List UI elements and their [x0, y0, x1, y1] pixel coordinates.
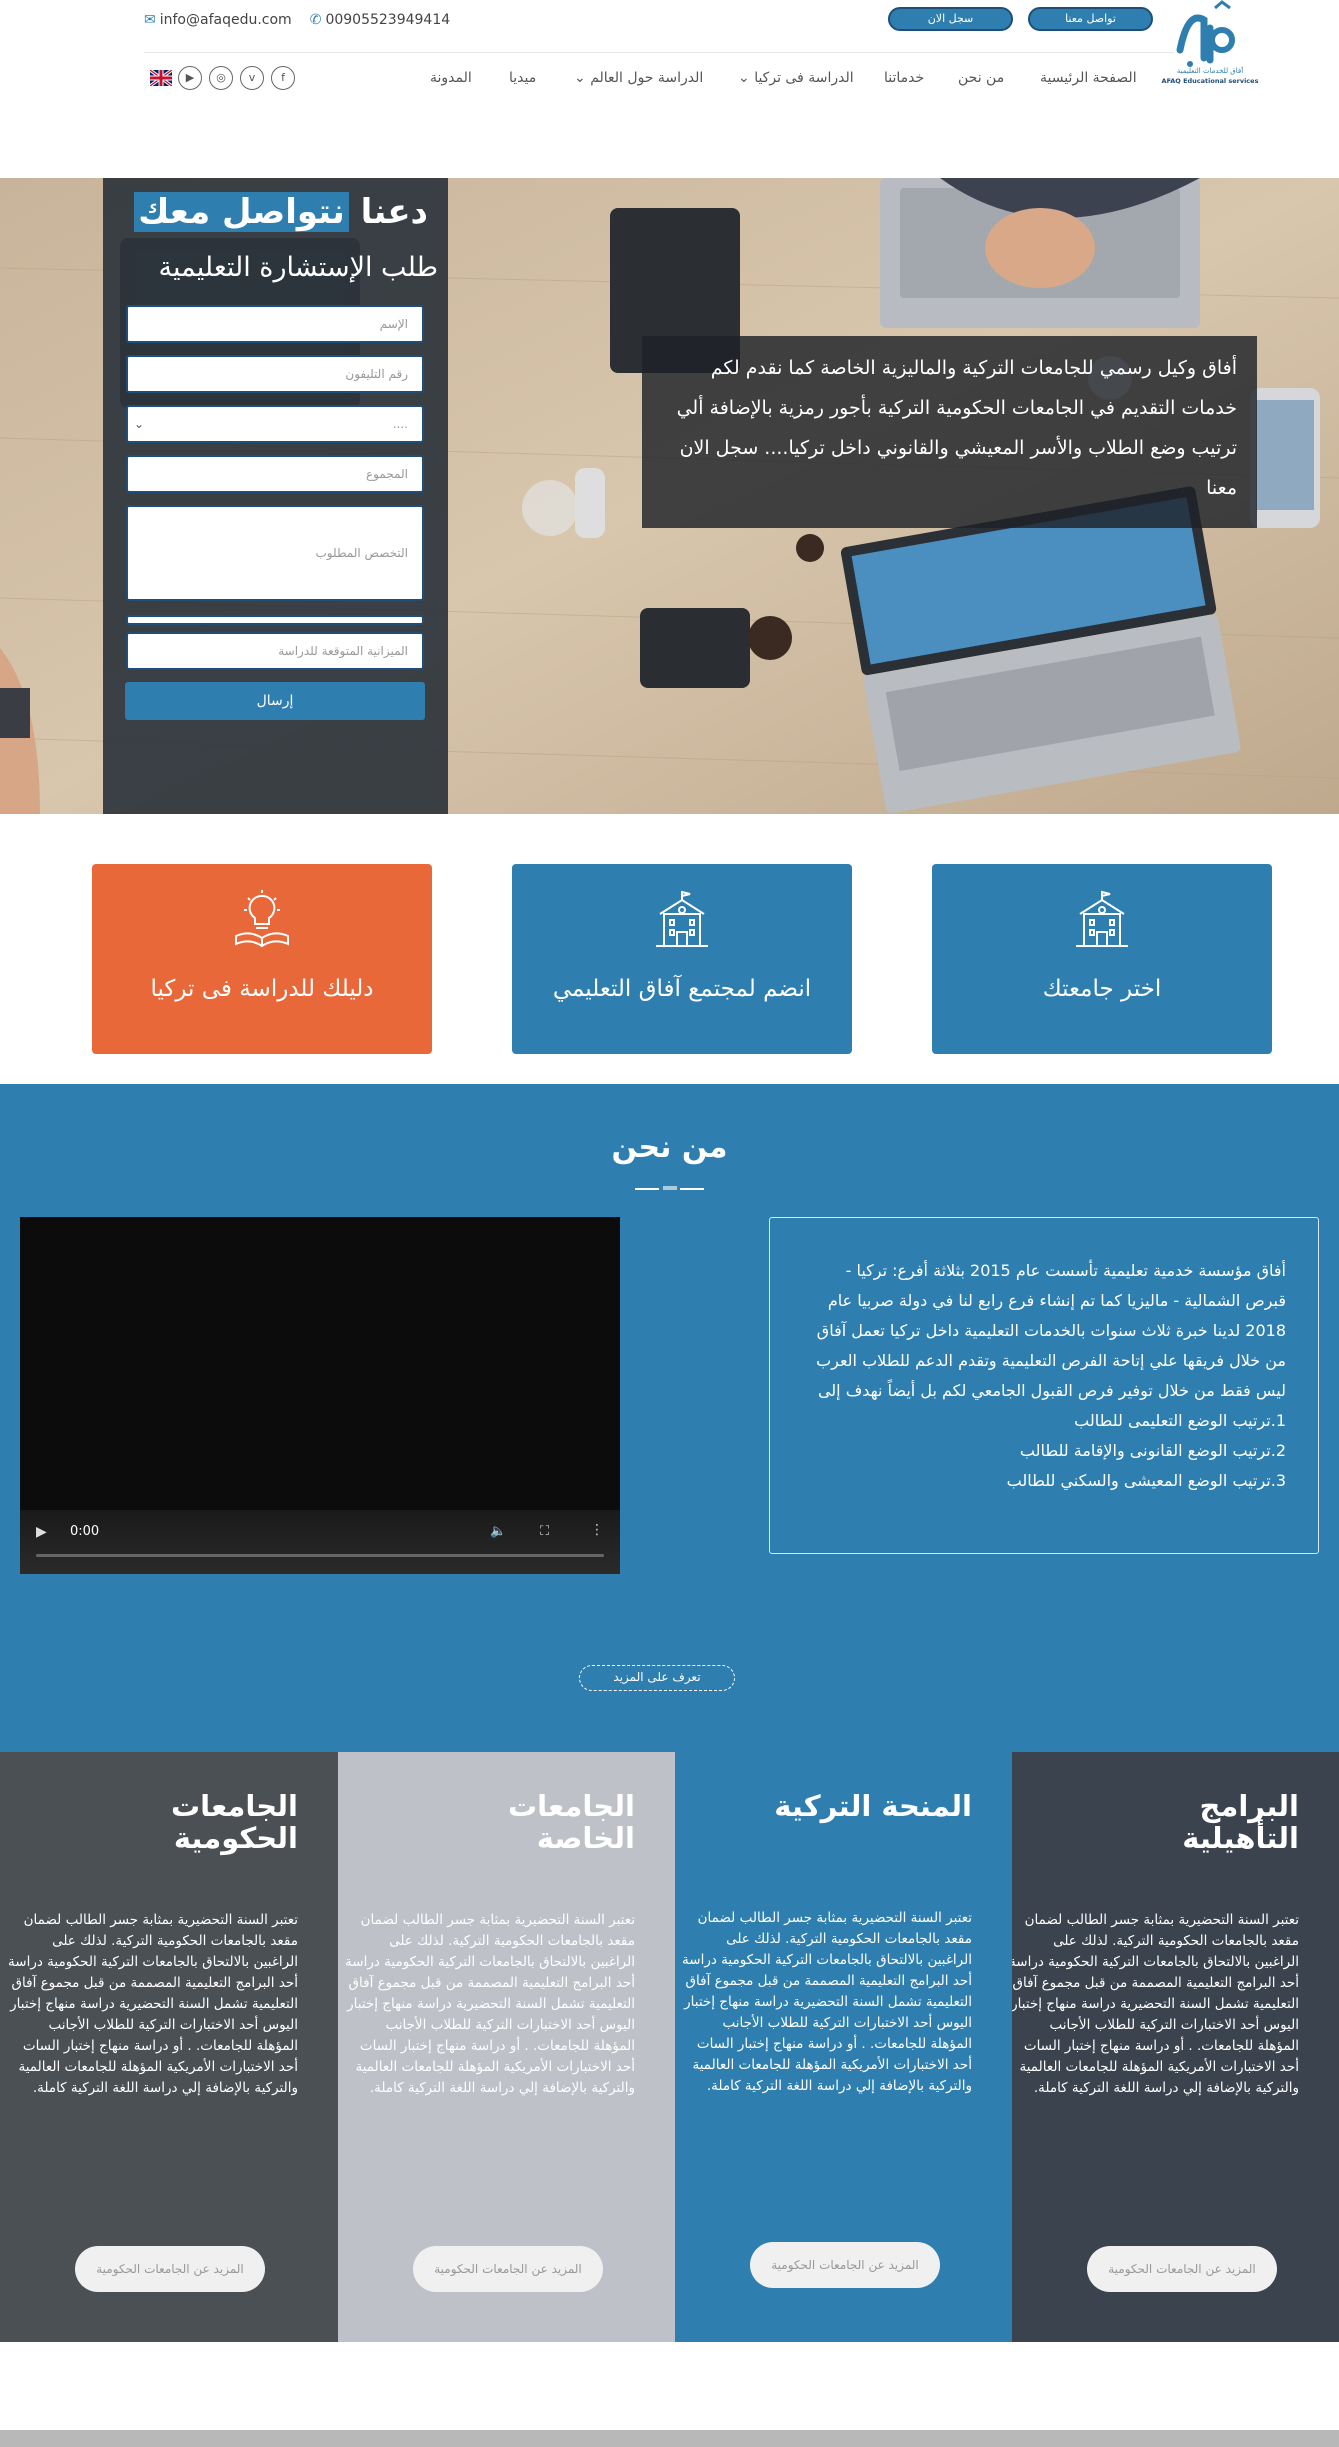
- name-field[interactable]: الإسم: [126, 305, 424, 343]
- about-list-item: 3.ترتيب الوضع المعيشى والسكني للطالب: [1006, 1471, 1286, 1490]
- footer-strip: [0, 2430, 1339, 2447]
- form-title: دعنا نتواصل معك: [103, 192, 428, 232]
- nav-services[interactable]: خدماتنا: [884, 70, 924, 86]
- submit-button[interactable]: إرسال: [125, 682, 425, 720]
- logo-subtitle-ar: آفاق للخدمات التعليمية: [1176, 67, 1244, 75]
- email-text: info@afaqedu.com: [159, 12, 292, 28]
- register-now-button[interactable]: سجل الان: [888, 7, 1013, 31]
- phone-text: 00905523949414: [325, 12, 451, 28]
- column-more-button[interactable]: المزيد عن الجامعات الحكومية: [750, 2242, 940, 2288]
- card-label: اختر جامعتك: [1042, 976, 1162, 1002]
- column-more-button[interactable]: المزيد عن الجامعات الحكومية: [75, 2246, 265, 2292]
- column-title: المنحة التركية: [774, 1789, 972, 1823]
- nav-about[interactable]: من نحن: [958, 70, 1004, 86]
- column-title: الجامعات الحكومية: [171, 1789, 298, 1855]
- about-list-item: 2.ترتيب الوضع القانونى والإقامة للطالب: [1019, 1441, 1286, 1460]
- chevron-down-icon: ⌄: [134, 417, 145, 431]
- about-title: من نحن: [611, 1130, 728, 1165]
- form-title-highlight: نتواصل معك: [134, 192, 349, 232]
- card-label: انضم لمجتمع آفاق التعليمي: [552, 976, 812, 1002]
- column-title: البرامج التأهيلية: [1182, 1789, 1299, 1855]
- specialty-textarea[interactable]: التخصص المطلوب: [126, 505, 424, 601]
- play-icon[interactable]: ▶: [36, 1524, 47, 1540]
- card-study-guide[interactable]: دليلك للدراسة فى تركيا: [92, 864, 432, 1054]
- column-public-universities: الجامعات الحكومية تعتبر السنة التحضيرية …: [0, 1752, 338, 2342]
- building-icon: [656, 890, 708, 947]
- header-divider: [144, 52, 1174, 53]
- logo-subtitle-en: AFAQ Educational services: [1161, 77, 1259, 85]
- column-text: تعتبر السنة التحضيرية بمثابة جسر الطالب …: [345, 1912, 635, 2096]
- video-controls: ▶ 0:00 🔈 ⛶ ⋮: [20, 1510, 620, 1574]
- top-bar: ✉ info@afaqedu.com ✆ 00905523949414 تواصل …: [0, 0, 1339, 52]
- column-more-button[interactable]: المزيد عن الجامعات الحكومية: [413, 2246, 603, 2292]
- contact-info: ✉ info@afaqedu.com ✆ 00905523949414: [144, 12, 450, 28]
- column-title: الجامعات الخاصة: [508, 1789, 635, 1855]
- nav-study-turkey-label: الدراسة فى تركيا: [754, 70, 854, 86]
- nav-blog[interactable]: المدونة: [430, 70, 472, 86]
- total-field[interactable]: المجموع: [126, 455, 424, 493]
- video-progress-bar[interactable]: [36, 1554, 604, 1557]
- column-text: تعتبر السنة التحضيرية بمثابة جسر الطالب …: [8, 1912, 298, 2096]
- learn-more-button[interactable]: تعرف على المزيد: [579, 1665, 735, 1691]
- about-list-item: 1.ترتيب الوضع التعليمى للطالب: [1074, 1411, 1286, 1430]
- building-icon: [1076, 890, 1128, 947]
- uk-flag-icon[interactable]: [150, 70, 172, 86]
- contact-us-button[interactable]: تواصل معنا: [1028, 7, 1153, 31]
- site-logo[interactable]: آفاق للخدمات التعليمية AFAQ Educational …: [1160, 0, 1260, 90]
- column-private-universities: الجامعات الخاصة تعتبر السنة التحضيرية بم…: [338, 1752, 675, 2342]
- country-select[interactable]: .... ⌄: [126, 405, 424, 443]
- phone-icon: ✆: [309, 12, 322, 28]
- chevron-down-icon: ⌄: [574, 70, 586, 86]
- budget-field[interactable]: الميزانية المتوقعة للدراسة: [126, 632, 424, 670]
- phone-field[interactable]: رقم التليفون: [126, 355, 424, 393]
- fullscreen-icon[interactable]: ⛶: [540, 1524, 549, 1539]
- volume-icon[interactable]: 🔈: [490, 1524, 506, 1539]
- nav-media[interactable]: ميديا: [509, 70, 536, 86]
- email-link[interactable]: ✉ info@afaqedu.com: [144, 12, 292, 28]
- instagram-icon[interactable]: ◎: [209, 66, 233, 90]
- youtube-icon[interactable]: ▶: [178, 66, 202, 90]
- about-paragraph: أفاق مؤسسة خدمية تعليمية تأسست عام 2015 …: [816, 1261, 1286, 1400]
- about-text-box: أفاق مؤسسة خدمية تعليمية تأسست عام 2015 …: [769, 1217, 1319, 1554]
- envelope-icon: ✉: [144, 12, 156, 28]
- select-value: ....: [392, 417, 408, 431]
- card-choose-university[interactable]: اختر جامعتك: [932, 864, 1272, 1054]
- nav-study-world[interactable]: الدراسة حول العالم ⌄: [574, 70, 703, 86]
- column-text: تعتبر السنة التحضيرية بمثابة جسر الطالب …: [682, 1910, 972, 2094]
- column-turkish-scholarship: المنحة التركية تعتبر السنة التحضيرية بمث…: [675, 1752, 1012, 2342]
- column-more-button[interactable]: المزيد عن الجامعات الحكومية: [1087, 2246, 1277, 2292]
- video-time: 0:00: [70, 1524, 100, 1539]
- nav-study-world-label: الدراسة حول العالم: [590, 70, 704, 86]
- facebook-icon[interactable]: f: [271, 66, 295, 90]
- form-title-plain: دعنا: [360, 192, 428, 232]
- card-label: دليلك للدراسة فى تركيا: [150, 976, 374, 1002]
- more-options-icon[interactable]: ⋮: [590, 1522, 604, 1538]
- hidden-field[interactable]: [126, 615, 424, 625]
- hero-description: أفاق وكيل رسمي للجامعات التركية والماليز…: [642, 336, 1257, 528]
- title-divider: [635, 1188, 659, 1190]
- phone-link[interactable]: ✆ 00905523949414: [310, 12, 450, 28]
- nav-home[interactable]: الصفحة الرئيسية: [1040, 70, 1137, 86]
- title-divider: [680, 1188, 704, 1190]
- form-subtitle: طلب الإستشارة التعليمية: [158, 252, 439, 283]
- nav-study-turkey[interactable]: الدراسة فى تركيا ⌄: [738, 70, 854, 86]
- column-text: تعتبر السنة التحضيرية بمثابة جسر الطالب …: [1009, 1912, 1299, 2096]
- chevron-down-icon: ⌄: [738, 70, 750, 86]
- lightbulb-book-icon: [235, 890, 289, 948]
- title-divider-ornament: [663, 1186, 677, 1190]
- vimeo-icon[interactable]: v: [240, 66, 264, 90]
- column-prep-programs: البرامج التأهيلية تعتبر السنة التحضيرية …: [1009, 1752, 1339, 2342]
- card-join-community[interactable]: انضم لمجتمع آفاق التعليمي: [512, 864, 852, 1054]
